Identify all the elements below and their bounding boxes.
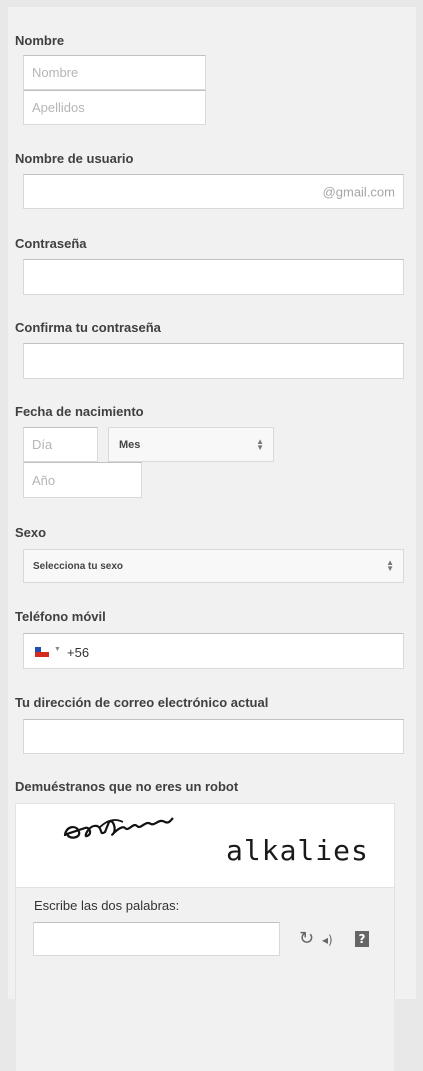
gmail-suffix: @gmail.com: [322, 184, 395, 199]
last-name-placeholder: Apellidos: [32, 100, 85, 115]
gender-value: Selecciona tu sexo: [33, 560, 124, 572]
username-input[interactable]: @gmail.com: [23, 174, 404, 209]
first-name-input[interactable]: Nombre: [23, 55, 206, 90]
select-arrows-icon: ▲ ▼: [256, 436, 264, 452]
last-name-input[interactable]: Apellidos: [23, 90, 206, 125]
select-arrows-icon: ▲ ▼: [386, 558, 394, 573]
captcha-label: Demuéstranos que no eres un robot: [15, 779, 239, 794]
captcha-answer-section: Escribe las dos palabras: ↻ ◂) ?: [16, 887, 394, 1071]
country-code: +56: [67, 645, 90, 660]
username-label: Nombre de usuario: [15, 151, 134, 166]
confirm-password-label: Confirma tu contraseña: [15, 320, 161, 335]
birth-month-value: Mes: [119, 438, 141, 451]
birth-month-select[interactable]: Mes ▲ ▼: [108, 427, 274, 462]
birth-day-input[interactable]: Día: [23, 427, 98, 462]
first-name-placeholder: Nombre: [32, 65, 79, 80]
captcha-answer-input[interactable]: [33, 922, 280, 956]
birthdate-label: Fecha de nacimiento: [15, 404, 144, 419]
current-email-input[interactable]: [23, 719, 404, 754]
mobile-label: Teléfono móvil: [15, 609, 106, 624]
confirm-password-input[interactable]: [23, 343, 404, 379]
password-input[interactable]: [23, 259, 404, 295]
gender-label: Sexo: [15, 525, 47, 540]
refresh-icon[interactable]: ↻: [299, 928, 314, 949]
chevron-down-icon[interactable]: ▼: [54, 646, 61, 653]
audio-icon[interactable]: ◂): [322, 933, 333, 947]
chile-flag-icon[interactable]: [35, 647, 49, 657]
name-label: Nombre: [15, 33, 65, 48]
help-icon[interactable]: ?: [355, 931, 369, 947]
captcha-image-word2: alkalies: [226, 834, 369, 867]
captcha-prompt: Escribe las dos palabras:: [34, 898, 180, 913]
birth-year-placeholder: Año: [32, 472, 56, 488]
birth-day-placeholder: Día: [32, 437, 53, 452]
password-label: Contraseña: [15, 236, 87, 251]
captcha-box: alkalies Escribe las dos palabras: ↻ ◂) …: [15, 803, 395, 1071]
captcha-image-word1: [59, 812, 174, 849]
mobile-input[interactable]: ▼ +56: [23, 633, 404, 669]
birth-year-input[interactable]: Año: [23, 462, 142, 498]
current-email-label: Tu dirección de correo electrónico actua…: [15, 695, 269, 710]
gender-select[interactable]: Selecciona tu sexo ▲ ▼: [23, 549, 404, 583]
